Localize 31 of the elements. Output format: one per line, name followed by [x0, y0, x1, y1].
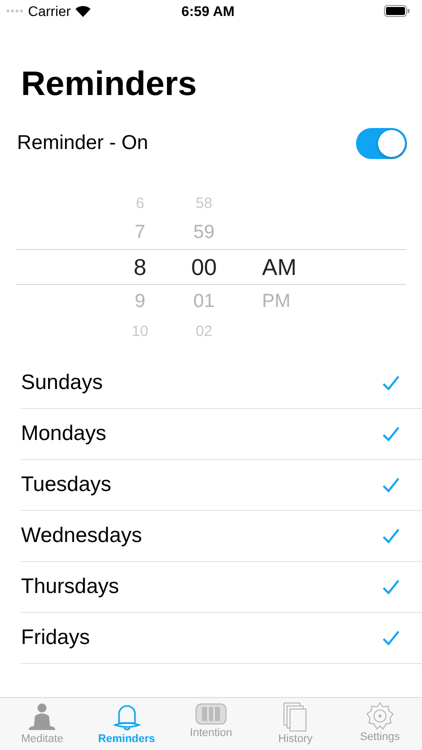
wifi-icon — [74, 5, 91, 17]
picker-hour[interactable]: 8 — [134, 256, 146, 278]
battery-icon — [384, 5, 410, 17]
picker-minute[interactable]: 59 — [193, 223, 215, 242]
tab-button[interactable]: Settings — [338, 698, 422, 750]
tab-button[interactable]: Reminders — [84, 698, 169, 750]
picker-minute[interactable]: 01 — [193, 292, 215, 311]
reminder-toggle[interactable] — [356, 128, 407, 158]
day-label[interactable]: Mondays — [21, 422, 106, 446]
picker-period[interactable]: PM — [244, 292, 290, 311]
tab-button[interactable]: History — [253, 698, 338, 750]
cards-icon — [195, 702, 228, 726]
settings-icon — [366, 702, 394, 730]
day-label[interactable]: Wednesdays — [21, 524, 142, 548]
tab-button[interactable]: Intention — [168, 698, 254, 750]
signal-icon — [6, 9, 24, 13]
bell-icon — [112, 702, 141, 732]
picker-period[interactable]: AM — [244, 256, 296, 278]
picker-hour[interactable]: 9 — [134, 292, 146, 311]
picker-hour[interactable]: 7 — [134, 223, 146, 242]
day-label[interactable]: Fridays — [21, 626, 90, 650]
day-label[interactable]: Tuesdays — [21, 473, 112, 497]
page-title: Reminders — [21, 64, 198, 104]
day-label[interactable]: Sundays — [21, 371, 103, 395]
day-label[interactable]: Thursdays — [21, 575, 120, 599]
picker-minute[interactable]: 00 — [191, 256, 217, 278]
stacked-pages-icon — [282, 702, 308, 732]
status-time: 6:59 AM — [181, 3, 235, 19]
reminder-label: Reminder - On — [17, 132, 148, 154]
tab-button[interactable]: Meditate — [0, 698, 84, 750]
carrier-name: Carrier — [28, 3, 71, 19]
